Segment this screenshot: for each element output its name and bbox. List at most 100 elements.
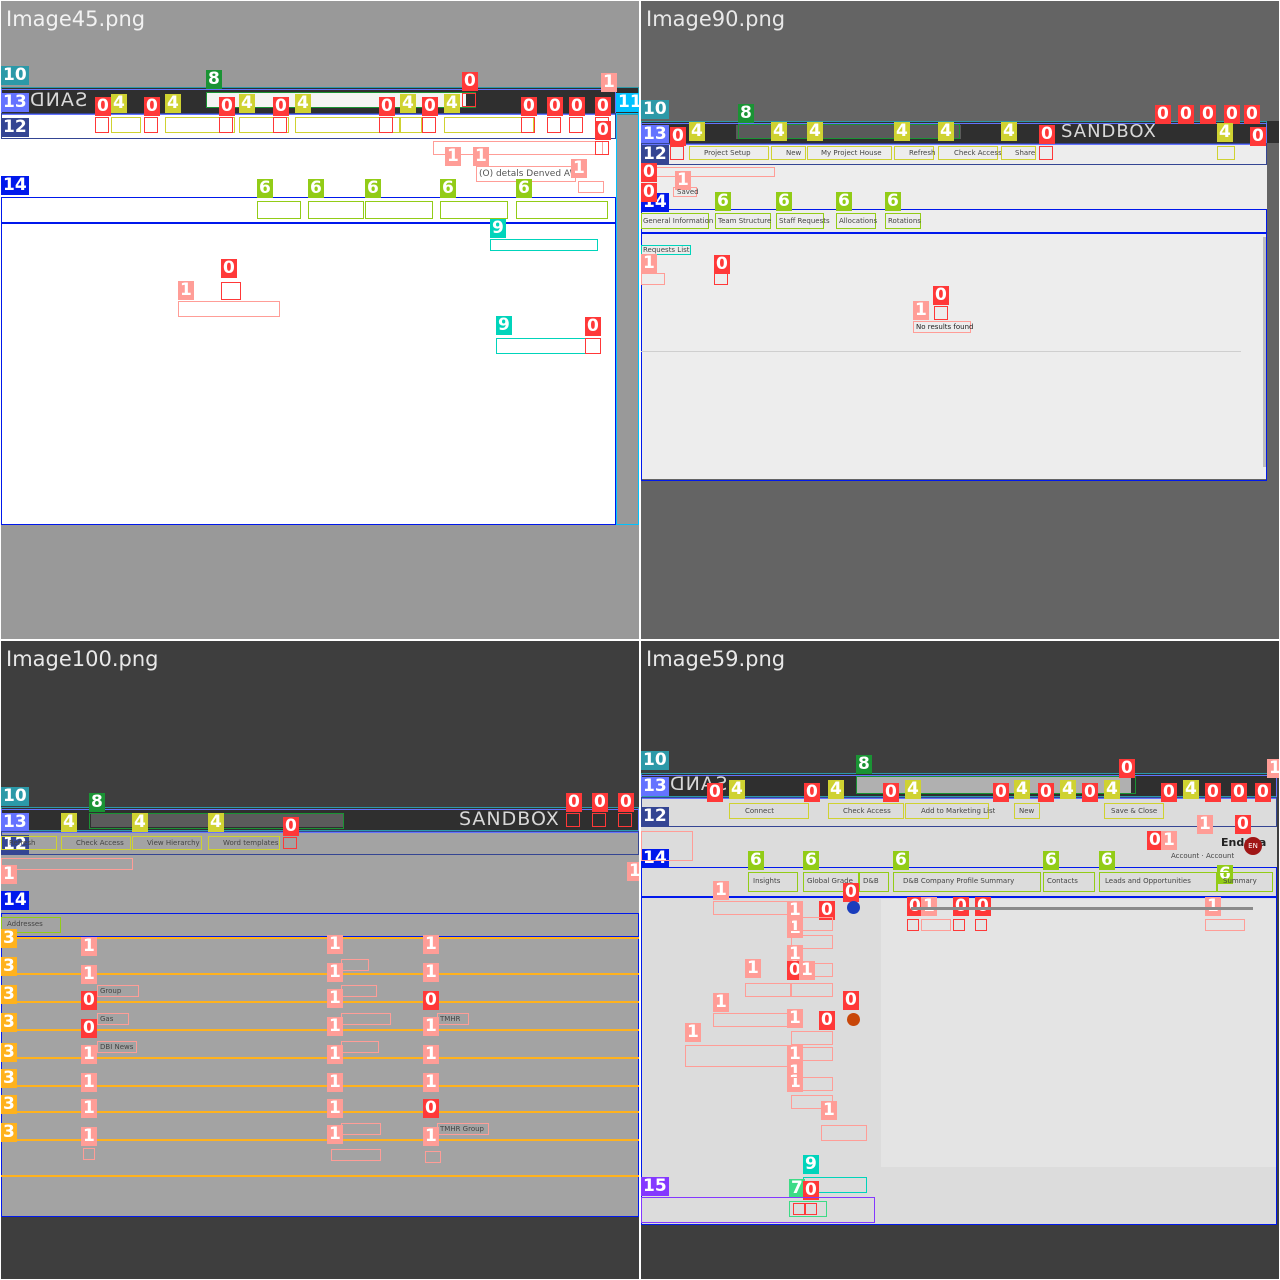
box-0[interactable] [379, 117, 393, 133]
mosaic-grid: Image45.png SAND 10 13 12 14 11 8 0 4 0 … [0, 0, 1280, 1280]
box-0[interactable] [1039, 146, 1053, 160]
box-0[interactable] [907, 919, 919, 931]
label-0: 0 [592, 792, 608, 812]
progress-track[interactable] [911, 907, 1253, 910]
label-1: 1 [641, 253, 657, 273]
avatar: EN [1244, 837, 1262, 855]
label-12: 12 [1, 117, 29, 137]
label-4: 4 [400, 93, 416, 113]
tile-title: Image59.png [646, 647, 786, 671]
tab-box-6[interactable] [440, 201, 508, 219]
status-dot [847, 1013, 860, 1026]
label-0: 0 [883, 782, 899, 802]
box-1 [713, 901, 793, 915]
box-0[interactable] [219, 117, 233, 133]
label-10: 10 [1, 786, 29, 806]
toolbar-label: Check Access [843, 807, 891, 815]
box-4[interactable] [1217, 146, 1235, 160]
tile-title: Image45.png [6, 7, 146, 31]
box-0[interactable] [521, 117, 535, 133]
label-1: 1 [423, 1072, 439, 1092]
toolbar-label: Refresh [909, 149, 936, 157]
box-0[interactable] [422, 117, 436, 133]
tab-label: Insights [753, 877, 781, 885]
box-0[interactable] [221, 282, 241, 300]
label-0: 0 [1178, 104, 1194, 124]
label-1: 1 [81, 964, 97, 984]
box-0[interactable] [585, 338, 601, 354]
box-1 [341, 1041, 379, 1053]
label-0: 0 [1161, 782, 1177, 802]
label-4: 4 [1217, 122, 1233, 142]
toolbar-label: Check Access [954, 149, 1002, 157]
tab-box-6[interactable] [308, 201, 364, 219]
label-0: 0 [221, 258, 237, 278]
status-dot [847, 901, 860, 914]
label-10: 10 [1, 65, 29, 85]
box-0[interactable] [618, 813, 632, 827]
label-0: 0 [843, 882, 859, 902]
label-1: 1 [423, 1044, 439, 1064]
box-0[interactable] [95, 117, 109, 133]
scrollbar[interactable] [1263, 237, 1266, 467]
tab-box-6[interactable] [365, 201, 433, 219]
label-1: 1 [713, 880, 729, 900]
label-1: 1 [81, 1126, 97, 1146]
box-0[interactable] [283, 837, 297, 849]
cell-text: DBI News [100, 1043, 134, 1051]
label-0: 0 [423, 990, 439, 1010]
label-14: 14 [1, 175, 29, 195]
label-4: 4 [1104, 779, 1120, 799]
box-0[interactable] [566, 813, 580, 827]
label-12: 12 [641, 806, 669, 826]
label-0: 0 [462, 71, 478, 91]
box-1 [685, 1045, 793, 1067]
label-0: 0 [585, 316, 601, 336]
tab-label: Leads and Opportunities [1105, 877, 1191, 885]
box-4[interactable] [111, 117, 141, 133]
box-4[interactable] [400, 117, 422, 133]
label-3: 3 [1, 956, 17, 976]
label-0: 0 [1155, 104, 1171, 124]
label-4: 4 [61, 812, 77, 832]
label-1: 1 [913, 300, 929, 320]
box-0[interactable] [273, 117, 287, 133]
box-0[interactable] [714, 273, 728, 285]
label-10: 10 [641, 750, 669, 770]
label-9: 9 [496, 315, 512, 335]
toolbar-label: Connect [745, 807, 774, 815]
label-0: 0 [933, 285, 949, 305]
box-0[interactable] [569, 117, 583, 133]
label-6: 6 [715, 191, 731, 211]
label-4: 4 [1001, 121, 1017, 141]
cell-text: Gas [100, 1015, 114, 1023]
label-4: 4 [729, 779, 745, 799]
box-0[interactable] [975, 919, 987, 931]
label-0: 0 [144, 96, 160, 116]
label-0: 0 [595, 96, 611, 116]
label-1: 1 [81, 1044, 97, 1064]
box-0[interactable] [547, 117, 561, 133]
label-1: 1 [745, 958, 761, 978]
label-0: 0 [1119, 758, 1135, 778]
toolbar-label: Check Access [76, 839, 124, 847]
label-1: 1 [81, 1098, 97, 1118]
label-3: 3 [1, 1042, 17, 1062]
box-0[interactable] [144, 117, 158, 133]
label-0: 0 [283, 816, 299, 836]
tab-box-6[interactable] [257, 201, 301, 219]
tab-box-6[interactable] [516, 201, 608, 219]
box-0[interactable] [670, 146, 684, 160]
empty-message: No results found [916, 323, 974, 331]
label-6: 6 [440, 178, 456, 198]
box-0[interactable] [462, 93, 476, 107]
box-0[interactable] [592, 813, 606, 827]
label-4: 4 [938, 121, 954, 141]
label-6: 6 [803, 850, 819, 870]
box-0[interactable] [595, 141, 609, 155]
toolbar-label: New [786, 149, 802, 157]
label-1: 1 [571, 158, 587, 178]
box-0[interactable] [953, 919, 965, 931]
box-0[interactable] [934, 306, 948, 320]
label-8: 8 [856, 754, 872, 774]
